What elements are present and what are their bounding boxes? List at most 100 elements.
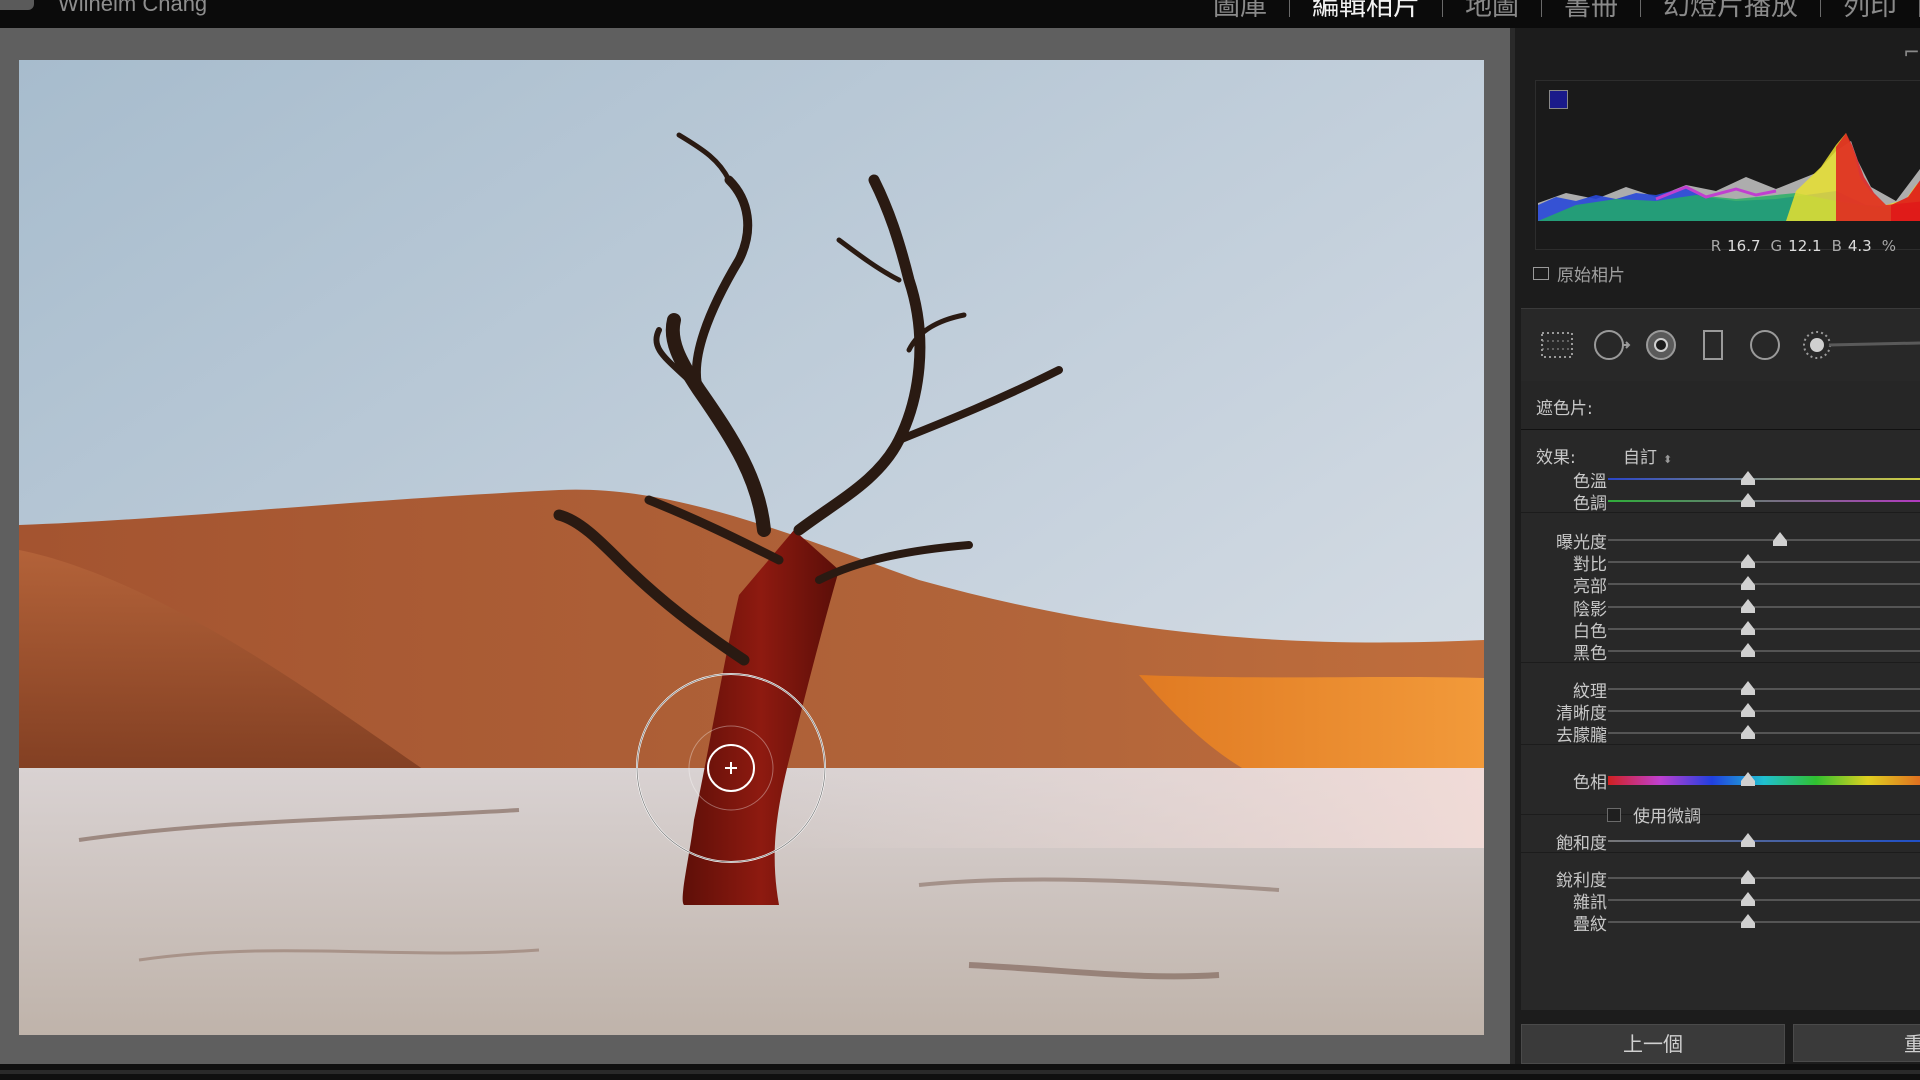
module-slideshow[interactable]: 幻燈片播放 [1641, 0, 1820, 23]
module-picker: 圖庫 編輯相片 地圖 書冊 幻燈片播放 列印 [1191, 0, 1920, 22]
slider-row: 紋理 [1521, 677, 1920, 702]
slider-thumb[interactable] [1741, 643, 1756, 657]
slider-row: 飽和度 [1521, 829, 1920, 854]
reset-button[interactable]: 重 [1793, 1024, 1920, 1062]
slider-label: 疊紋 [1573, 915, 1607, 935]
group-separator [1521, 512, 1920, 513]
slider-row: 疊紋 [1521, 910, 1920, 935]
slider-thumb[interactable] [1741, 599, 1756, 613]
module-map[interactable]: 地圖 [1443, 0, 1541, 23]
slider-row: 色調 [1521, 489, 1920, 514]
slider-label: 去朦朧 [1556, 726, 1607, 746]
radial-filter-icon[interactable] [1747, 327, 1783, 363]
slider-track[interactable] [1608, 500, 1920, 502]
slider-thumb[interactable] [1741, 681, 1756, 695]
slider-thumb[interactable] [1741, 621, 1756, 635]
slider-track[interactable] [1608, 606, 1920, 608]
slider-track[interactable] [1608, 710, 1920, 712]
slider-thumb[interactable] [1772, 532, 1787, 546]
slider-track[interactable] [1608, 539, 1920, 541]
user-name: Wilhelm Chang [58, 0, 208, 16]
slider-thumb[interactable] [1741, 914, 1756, 928]
group-separator [1521, 814, 1920, 815]
mask-label: 遮色片: [1536, 399, 1593, 419]
slider-thumb[interactable] [1741, 725, 1756, 739]
brush-adjustments: 效果: 自訂 ⬍ 色溫 色調曝光度 對比 亮部 陰影 白色 黑色紋理 清晰度 去朦朧色相飽和度銳利… [1521, 430, 1920, 1010]
slider-track[interactable] [1608, 478, 1920, 480]
slider-thumb[interactable] [1741, 493, 1756, 507]
slider-row: 色溫 [1521, 467, 1920, 492]
slider-thumb[interactable] [1741, 703, 1756, 717]
slider-thumb[interactable] [1741, 576, 1756, 590]
slider-track[interactable] [1608, 899, 1920, 901]
slider-label: 亮部 [1573, 577, 1607, 597]
module-book[interactable]: 書冊 [1542, 0, 1640, 23]
image-canvas[interactable] [0, 28, 1510, 1064]
group-separator [1521, 852, 1920, 853]
fine-tune-toggle[interactable]: 使用微調 [1607, 802, 1701, 827]
brush-crosshair-icon [636, 673, 826, 863]
slider-thumb[interactable] [1741, 554, 1756, 568]
red-eye-icon[interactable] [1643, 327, 1679, 363]
module-develop[interactable]: 編輯相片 [1290, 0, 1442, 23]
slider-track[interactable] [1608, 628, 1920, 630]
slider-row: 色相 [1521, 768, 1920, 793]
photo-preview[interactable] [19, 60, 1484, 1035]
spot-removal-icon[interactable] [1591, 327, 1631, 363]
module-print[interactable]: 列印 [1821, 0, 1919, 23]
slider-row: 對比 [1521, 550, 1920, 575]
module-library[interactable]: 圖庫 [1191, 0, 1289, 23]
filmstrip-strip[interactable] [0, 1070, 1920, 1074]
panel-corner-icon[interactable]: ⌐ [1903, 40, 1920, 64]
slider-track[interactable] [1608, 877, 1920, 879]
slider-label: 飽和度 [1556, 834, 1607, 854]
slider-track[interactable] [1608, 561, 1920, 563]
slider-label: 黑色 [1573, 644, 1607, 664]
bottom-buttons: 上一個 重 [1521, 1012, 1920, 1064]
effect-label: 效果: [1536, 448, 1576, 468]
slider-track[interactable] [1608, 732, 1920, 734]
slider-track[interactable] [1608, 921, 1920, 923]
slider-thumb[interactable] [1741, 892, 1756, 906]
slider-track[interactable] [1608, 583, 1920, 585]
crop-tool-icon[interactable] [1539, 327, 1575, 363]
histogram-graph [1538, 133, 1920, 221]
slider-row: 清晰度 [1521, 699, 1920, 724]
graduated-filter-icon[interactable] [1695, 327, 1731, 363]
rgb-readout: R 16.7 G 12.1 B 4.3% [1710, 237, 1896, 255]
original-photo-toggle[interactable]: 原始相片 [1533, 261, 1625, 286]
module-bar: Wilhelm Chang 圖庫 編輯相片 地圖 書冊 幻燈片播放 列印 [0, 0, 1920, 28]
slider-row: 去朦朧 [1521, 721, 1920, 746]
slider-row: 亮部 [1521, 572, 1920, 597]
slider-thumb[interactable] [1741, 772, 1756, 786]
slider-label: 色相 [1573, 773, 1607, 793]
slider-track[interactable] [1608, 650, 1920, 652]
slider-track[interactable] [1608, 840, 1920, 842]
updown-caret-icon: ⬍ [1663, 453, 1673, 466]
slider-label: 色調 [1573, 494, 1607, 514]
slider-row: 曝光度 [1521, 528, 1920, 553]
identity-plate-icon [0, 0, 34, 10]
original-photo-checkbox[interactable] [1533, 267, 1549, 280]
group-separator [1521, 744, 1920, 745]
slider-track[interactable] [1608, 776, 1920, 785]
right-panel: ⌐ R 16.7 G 12.1 B 4.3% 原始相片 遮色片: 效果: 自訂 … [1515, 28, 1920, 1064]
slider-row: 銳利度 [1521, 866, 1920, 891]
slider-row: 陰影 [1521, 595, 1920, 620]
slider-track[interactable] [1608, 688, 1920, 690]
mask-row: 遮色片: [1521, 381, 1920, 430]
tool-strip [1521, 308, 1920, 382]
effect-dropdown[interactable]: 自訂 ⬍ [1623, 443, 1672, 468]
slider-thumb[interactable] [1741, 833, 1756, 847]
slider-row: 雜訊 [1521, 888, 1920, 913]
slider-row: 白色 [1521, 617, 1920, 642]
slider-thumb[interactable] [1741, 471, 1756, 485]
slider-thumb[interactable] [1741, 870, 1756, 884]
adjustment-brush-icon[interactable] [1799, 327, 1920, 363]
slider-row: 黑色 [1521, 639, 1920, 664]
filmstrip-bar [0, 1064, 1920, 1080]
fine-tune-checkbox[interactable] [1607, 807, 1621, 822]
previous-button[interactable]: 上一個 [1521, 1024, 1785, 1064]
histogram: R 16.7 G 12.1 B 4.3% [1535, 80, 1920, 255]
group-separator [1521, 662, 1920, 663]
